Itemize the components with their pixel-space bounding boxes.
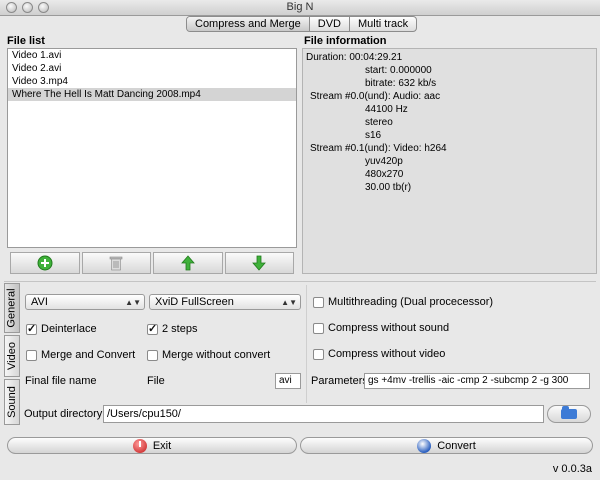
green-arrow-down-icon	[252, 255, 267, 271]
file-list[interactable]: Video 1.avi Video 2.avi Video 3.mp4 Wher…	[7, 48, 297, 248]
file-list-item-selected[interactable]: Where The Hell Is Matt Dancing 2008.mp4	[8, 88, 296, 101]
convert-button-label: Convert	[437, 439, 476, 452]
green-arrow-up-icon	[180, 255, 195, 271]
file-list-item[interactable]: Video 3.mp4	[8, 75, 296, 88]
multithreading-checkbox[interactable]: Multithreading (Dual procecessor)	[313, 296, 493, 308]
checkbox-box[interactable]	[147, 349, 158, 361]
preset-select[interactable]: XviD FullScreen ▲▼	[149, 294, 301, 310]
remove-file-button[interactable]	[81, 252, 151, 274]
window-title: Big N	[286, 1, 314, 13]
final-file-name-label: Final file name	[25, 375, 97, 387]
info-bitrate: bitrate: 632 kb/s	[365, 78, 437, 89]
merge-and-convert-label: Merge and Convert	[41, 349, 136, 361]
output-directory-label: Output directory	[24, 408, 103, 420]
move-down-button[interactable]	[224, 252, 294, 274]
checkbox-box[interactable]	[313, 348, 324, 360]
main-tabs: Compress and Merge DVD Multi track	[186, 16, 418, 32]
trash-icon	[109, 256, 123, 271]
updown-arrows-icon: ▲▼	[281, 298, 297, 307]
merge-without-convert-checkbox[interactable]: Merge without convert	[147, 349, 270, 361]
compress-without-sound-checkbox[interactable]: Compress without sound	[313, 322, 449, 334]
preset-select-value: XviD FullScreen	[155, 296, 234, 308]
convert-button[interactable]: Convert	[300, 437, 593, 454]
general-panel: AVI ▲▼ XviD FullScreen ▲▼ Deinterlace 2 …	[21, 285, 304, 403]
container-select[interactable]: AVI ▲▼	[25, 294, 145, 310]
deinterlace-checkbox[interactable]: Deinterlace	[26, 322, 97, 335]
merge-and-convert-checkbox[interactable]: Merge and Convert	[26, 349, 135, 361]
folder-icon	[561, 406, 577, 419]
info-video-stream: Stream #0.1(und): Video: h264	[310, 143, 447, 154]
exit-button[interactable]: Exit	[7, 437, 297, 454]
convert-globe-icon	[417, 438, 432, 453]
info-channels: stereo	[365, 117, 393, 128]
move-up-button[interactable]	[153, 252, 223, 274]
tab-video-label: Video	[6, 342, 18, 370]
checkbox-box[interactable]	[313, 322, 324, 334]
tab-sound[interactable]: Sound	[4, 379, 20, 425]
info-framerate: 30.00 tb(r)	[365, 182, 412, 193]
info-sample-format: s16	[365, 130, 382, 141]
compress-without-video-checkbox[interactable]: Compress without video	[313, 348, 445, 360]
compress-without-video-label: Compress without video	[328, 348, 446, 360]
container-select-value: AVI	[31, 296, 48, 308]
version-label: v 0.0.3a	[552, 463, 592, 475]
updown-arrows-icon: ▲▼	[125, 298, 141, 307]
settings-side-tabs: General Video Sound	[4, 283, 20, 427]
multithreading-label: Multithreading (Dual procecessor)	[328, 296, 494, 308]
merge-without-convert-label: Merge without convert	[162, 349, 271, 361]
info-resolution: 480x270	[365, 169, 404, 180]
tab-compress-and-merge[interactable]: Compress and Merge	[187, 17, 310, 31]
file-info-label: File information	[304, 35, 387, 47]
final-file-name-value[interactable]: File	[147, 375, 165, 387]
parameters-label: Parameters	[311, 375, 368, 387]
checkbox-box[interactable]	[313, 296, 324, 308]
output-directory-field[interactable]: /Users/cpu150/	[103, 405, 544, 423]
tab-video[interactable]: Video	[4, 335, 20, 377]
tab-general-label: General	[6, 288, 19, 328]
extension-field[interactable]: avi	[275, 373, 301, 389]
exit-button-label: Exit	[152, 439, 172, 452]
tab-general[interactable]: General	[4, 283, 20, 333]
parameters-field[interactable]: gs +4mv -trellis -aic -cmp 2 -subcmp 2 -…	[364, 373, 590, 389]
exit-power-icon	[132, 438, 147, 453]
compress-without-sound-label: Compress without sound	[328, 322, 450, 334]
file-list-actions	[10, 252, 294, 274]
info-start: start: 0.000000	[365, 65, 432, 76]
file-info-panel: Duration: 00:04:29.21 start: 0.000000 bi…	[302, 48, 597, 274]
tab-dvd[interactable]: DVD	[310, 17, 351, 31]
info-pixel-format: yuv420p	[365, 156, 403, 167]
options-panel: Multithreading (Dual procecessor) Compre…	[306, 285, 596, 403]
info-duration: Duration: 00:04:29.21	[306, 52, 403, 63]
file-list-label: File list	[7, 35, 45, 47]
info-sample-rate: 44100 Hz	[365, 104, 408, 115]
deinterlace-label: Deinterlace	[41, 323, 97, 335]
checkbox-box[interactable]	[147, 322, 158, 335]
tab-multi-track[interactable]: Multi track	[350, 17, 416, 31]
file-list-item[interactable]: Video 1.avi	[8, 49, 296, 62]
two-steps-label: 2 steps	[162, 323, 198, 335]
browse-output-button[interactable]	[547, 405, 591, 423]
checkbox-box[interactable]	[26, 322, 37, 335]
plus-circle-icon	[37, 255, 53, 271]
info-audio-stream: Stream #0.0(und): Audio: aac	[310, 91, 441, 102]
add-file-button[interactable]	[10, 252, 80, 274]
title-bar: Big N	[0, 0, 600, 16]
two-steps-checkbox[interactable]: 2 steps	[147, 322, 198, 335]
checkbox-box[interactable]	[26, 349, 37, 361]
tab-sound-label: Sound	[6, 386, 18, 418]
file-list-item[interactable]: Video 2.avi	[8, 62, 296, 75]
